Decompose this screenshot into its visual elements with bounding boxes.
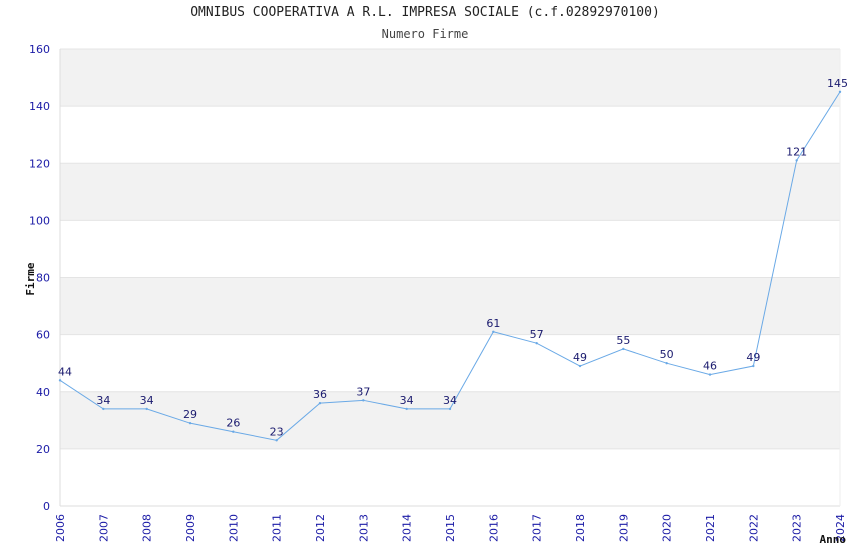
data-point (535, 341, 538, 345)
x-tick-label: 2015 (444, 514, 457, 542)
x-tick-label: 2012 (314, 514, 327, 542)
y-tick-label: 140 (29, 100, 50, 113)
data-label: 34 (96, 394, 110, 407)
x-tick-label: 2023 (791, 514, 804, 542)
data-point (362, 399, 365, 402)
data-point (838, 90, 842, 94)
data-label: 61 (486, 317, 500, 330)
band (60, 49, 840, 107)
x-tick-label: 2018 (574, 514, 587, 542)
data-point (492, 330, 495, 333)
x-tick-label: 2020 (661, 514, 674, 542)
data-label: 37 (356, 385, 370, 398)
data-point (318, 401, 322, 405)
data-point (275, 439, 278, 442)
data-point (405, 407, 408, 411)
data-label: 57 (530, 328, 544, 341)
data-point (102, 407, 105, 411)
data-label: 34 (443, 394, 457, 407)
x-tick-label: 2008 (141, 514, 154, 542)
data-point (795, 159, 798, 162)
x-tick-label: 2007 (97, 514, 110, 542)
data-label: 46 (703, 360, 717, 373)
data-label: 49 (746, 351, 760, 364)
x-tick-label: 2022 (747, 514, 760, 542)
band (60, 106, 840, 164)
data-point (58, 379, 62, 382)
x-tick-label: 2010 (227, 514, 240, 542)
band (60, 448, 840, 506)
y-tick-label: 60 (36, 329, 50, 342)
x-tick-labels: 2006 2007 2008 2009 2010 2011 2012 2013 2014 2015… (54, 514, 847, 542)
y-tick-label: 120 (29, 157, 50, 170)
band (60, 334, 840, 392)
data-label: 55 (616, 334, 630, 347)
data-point (665, 361, 668, 365)
data-label: 34 (140, 394, 154, 407)
data-point (578, 364, 582, 368)
x-tick-label: 2009 (184, 514, 197, 542)
x-tick-label: 2013 (357, 514, 370, 542)
data-label: 29 (183, 408, 197, 421)
chart-area: 020406080100120140160 2006 2007 2008 2009 20… (24, 43, 848, 546)
x-tick-label: 2017 (531, 514, 544, 542)
band (60, 220, 840, 278)
data-point (448, 407, 452, 411)
x-tick-label: 2016 (487, 514, 500, 542)
band (60, 163, 840, 221)
data-point (232, 430, 235, 433)
x-axis-title: Anno (820, 533, 847, 546)
data-label: 26 (226, 417, 240, 430)
data-point (622, 347, 625, 351)
y-axis-title: Firme (24, 262, 37, 295)
x-tick-label: 2014 (401, 514, 414, 542)
y-tick-label: 100 (29, 214, 50, 227)
y-tick-label: 40 (36, 386, 50, 399)
data-point (752, 364, 755, 368)
data-label: 50 (660, 348, 674, 361)
data-point (188, 421, 192, 425)
data-label: 145 (827, 77, 848, 90)
data-label: 36 (313, 388, 327, 401)
y-tick-label: 160 (29, 43, 50, 56)
x-tick-label: 2006 (54, 514, 67, 542)
y-tick-label: 80 (36, 272, 50, 285)
y-tick-label: 20 (36, 443, 50, 456)
data-label: 44 (58, 365, 72, 378)
data-label: 49 (573, 351, 587, 364)
y-tick-label: 0 (43, 500, 50, 513)
x-tick-label: 2019 (617, 514, 630, 542)
data-label: 121 (786, 145, 807, 158)
data-point (708, 373, 712, 376)
x-tick-label: 2011 (271, 514, 284, 542)
band (60, 277, 840, 335)
data-label: 23 (270, 425, 284, 438)
data-point (145, 407, 148, 411)
x-tick-label: 2021 (704, 514, 717, 542)
data-label: 34 (400, 394, 414, 407)
